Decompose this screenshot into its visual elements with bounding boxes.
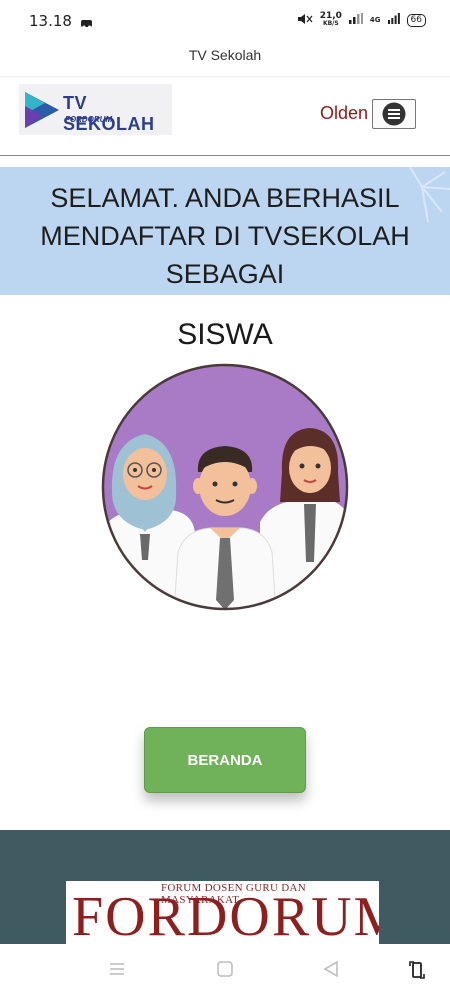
site-logo[interactable]: TV SEKOLAH FORDORUM [19, 84, 172, 135]
signal-icon-2 [387, 13, 400, 27]
success-banner: SELAMAT. ANDA BERHASIL MENDAFTAR DI TVSE… [0, 167, 450, 295]
battery-indicator: 66 [406, 13, 426, 27]
footer-logo-word: FORDORUM [72, 886, 379, 948]
network-type: 4G [369, 16, 381, 24]
banner-line-1: SELAMAT. ANDA BERHASIL [50, 183, 400, 213]
status-bar: 13.18 21,0 KB/S 4G 66 [0, 0, 450, 40]
mute-icon [297, 13, 313, 28]
signal-icon [348, 13, 363, 27]
student-illustration [100, 362, 350, 612]
network-speed: 21,0 KB/S [320, 12, 342, 28]
recent-apps-icon[interactable] [108, 960, 126, 982]
speed-unit: KB/S [322, 20, 339, 27]
menu-button[interactable] [372, 99, 416, 129]
footer-logo: FORUM DOSEN GURU DAN MASYARAKAT FORDORUM [66, 881, 379, 950]
notification-app-icon [80, 14, 94, 33]
home-nav-icon[interactable] [216, 960, 234, 982]
system-nav-bar [0, 944, 450, 1000]
role-title: SISWA [177, 318, 273, 351]
back-icon[interactable] [322, 960, 340, 982]
user-name[interactable]: Olden [320, 103, 368, 124]
banner-title: SELAMAT. ANDA BERHASIL MENDAFTAR DI TVSE… [0, 179, 450, 293]
app-title: TV Sekolah [0, 40, 450, 77]
footer: FORUM DOSEN GURU DAN MASYARAKAT FORDORUM [0, 830, 450, 950]
site-header: TV SEKOLAH FORDORUM Olden [0, 77, 450, 156]
home-button[interactable]: BERANDA [144, 727, 306, 793]
play-logo-icon [25, 92, 59, 128]
banner-line-3: SEBAGAI [165, 259, 285, 289]
logo-subtext: FORDORUM [65, 115, 113, 124]
speed-value: 21,0 [319, 11, 342, 21]
logo-text: TV SEKOLAH [63, 93, 155, 134]
banner-line-2: MENDAFTAR DI TVSEKOLAH [40, 221, 410, 251]
rotate-icon[interactable] [408, 960, 426, 984]
status-time: 13.18 [29, 12, 72, 30]
hamburger-icon [382, 102, 406, 126]
